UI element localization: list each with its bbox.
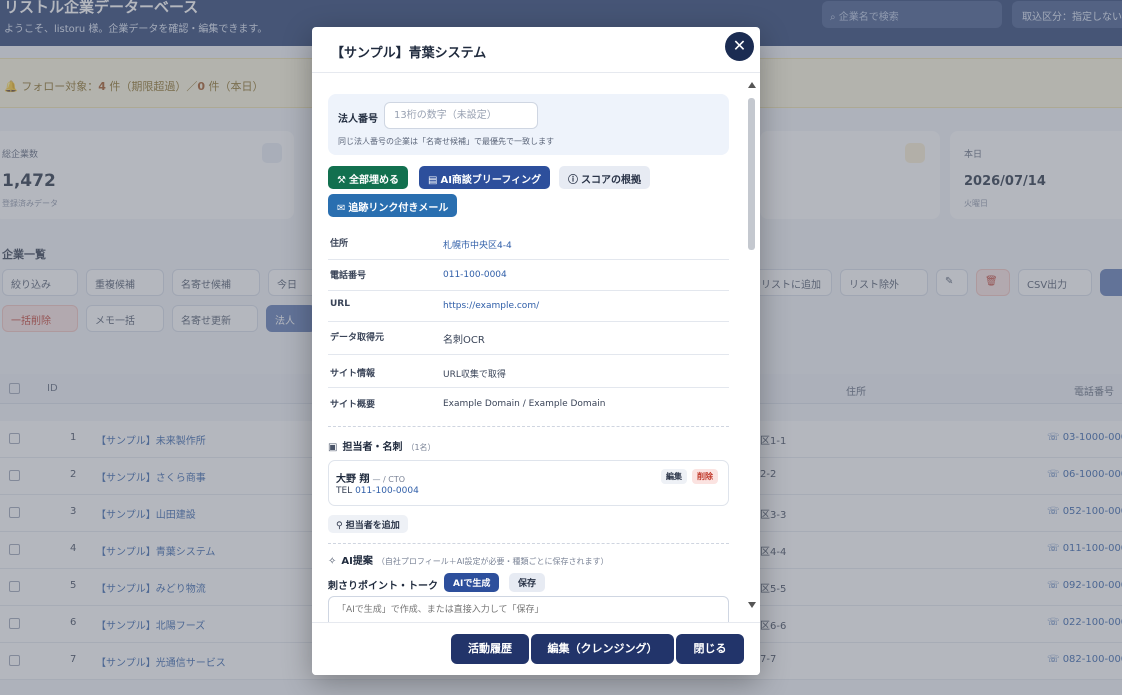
score-basis-label: スコアの根拠	[581, 175, 641, 186]
info-row-site-info: サイト情報 URL収集で取得	[328, 358, 729, 388]
add-contact-button[interactable]: ⚲ 担当者を追加	[328, 515, 408, 533]
activity-history-button[interactable]: 活動履歴	[451, 634, 529, 664]
sparkle-icon: ✧	[328, 556, 337, 567]
mail-icon: ✉	[337, 203, 346, 214]
corp-number-hint: 同じ法人番号の企業は「名寄せ候補」で最優先で一致します	[338, 137, 554, 146]
info-row-source: データ取得元 名刺OCR	[328, 322, 729, 355]
info-value[interactable]: 011-100-0004	[443, 270, 507, 280]
divider	[328, 543, 729, 544]
contact-name-text: 大野 翔	[336, 474, 370, 485]
company-detail-modal: 【サンプル】青葉システム ✕ 法人番号 同じ法人番号の企業は「名寄せ候補」で最優…	[312, 27, 760, 675]
talk-point-label: 刺さりポイント・トーク	[328, 581, 438, 592]
divider	[328, 426, 729, 427]
corp-number-label: 法人番号	[338, 114, 378, 125]
corp-number-input[interactable]	[384, 102, 538, 129]
ai-proposal-note: （自社プロフィール＋AI設定が必要・種類ごとに保存されます）	[376, 557, 609, 566]
contacts-count: （1名）	[406, 443, 436, 452]
info-row-phone: 電話番号 011-100-0004	[328, 260, 729, 291]
scroll-up-arrow-icon[interactable]	[748, 82, 756, 88]
contact-tel-label: TEL	[336, 486, 356, 496]
add-contact-label: 担当者を追加	[345, 521, 400, 531]
score-basis-button[interactable]: ⓘ スコアの根拠	[559, 166, 650, 189]
scroll-down-arrow-icon[interactable]	[748, 602, 756, 608]
close-icon[interactable]: ✕	[725, 32, 754, 61]
ai-proposal-title: ✧ AI提案 （自社プロフィール＋AI設定が必要・種類ごとに保存されます）	[328, 552, 609, 567]
save-button[interactable]: 保存	[509, 573, 546, 592]
close-button[interactable]: 閉じる	[676, 634, 744, 664]
modal-body: 法人番号 同じ法人番号の企業は「名寄せ候補」で最優先で一致します ⚒全部埋める …	[312, 74, 760, 622]
scrollbar[interactable]	[747, 82, 756, 612]
contact-name: 大野 翔 — / CTO	[336, 470, 405, 485]
document-icon: ▤	[428, 175, 438, 186]
fill-all-button[interactable]: ⚒ 全部埋める	[328, 166, 408, 189]
contact-tel-value[interactable]: 011-100-0004	[355, 486, 419, 496]
contact-card: 大野 翔 — / CTO TEL 011-100-0004 編集 削除	[328, 460, 729, 506]
contact-delete-button[interactable]: 削除	[692, 469, 718, 484]
info-key: URL	[330, 299, 350, 309]
info-key: サイト情報	[330, 369, 376, 379]
info-row-url: URL https://example.com/	[328, 291, 729, 322]
info-value[interactable]: https://example.com/	[443, 301, 539, 311]
fill-all-label: 全部埋める	[348, 175, 399, 186]
tracking-mail-label: 追跡リンク付きメール	[348, 203, 449, 214]
ai-briefing-label: AI商談ブリーフィング	[440, 175, 542, 186]
edit-cleansing-button[interactable]: 編集（クレンジング）	[531, 634, 674, 664]
contact-edit-button[interactable]: 編集	[661, 469, 687, 484]
person-add-icon: ⚲	[336, 521, 346, 531]
ai-title-text: AI提案	[341, 556, 373, 567]
info-value: URL収集で取得	[443, 370, 506, 380]
contacts-icon: ▣	[328, 442, 338, 453]
info-value: 名刺OCR	[443, 335, 485, 346]
tracking-mail-button[interactable]: ✉ 追跡リンク付きメール	[328, 194, 458, 217]
contact-tel: TEL 011-100-0004	[336, 486, 419, 496]
modal-header: 【サンプル】青葉システム ✕	[312, 27, 760, 73]
info-key: 住所	[330, 239, 349, 249]
info-key: サイト概要	[330, 400, 376, 410]
ai-generate-button[interactable]: AIで生成	[444, 573, 500, 592]
info-row-address: 住所 札幌市中央区4-4	[328, 228, 729, 260]
modal-title: 【サンプル】青葉システム	[331, 46, 487, 61]
contacts-title-text: 担当者・名刺	[342, 442, 403, 453]
contact-role: — / CTO	[372, 475, 406, 484]
talk-point-textarea[interactable]	[328, 596, 729, 622]
modal-footer: 活動履歴 編集（クレンジング） 閉じる	[312, 622, 760, 675]
corp-number-panel: 法人番号 同じ法人番号の企業は「名寄せ候補」で最優先で一致します	[328, 94, 729, 155]
info-icon: ⓘ	[568, 175, 578, 186]
info-value: Example Domain / Example Domain	[443, 399, 606, 409]
info-key: 電話番号	[330, 271, 367, 281]
info-value[interactable]: 札幌市中央区4-4	[443, 238, 512, 251]
ai-briefing-button[interactable]: ▤ AI商談ブリーフィング	[419, 166, 551, 189]
scrollbar-thumb[interactable]	[748, 98, 755, 250]
info-row-site-summary: サイト概要 Example Domain / Example Domain	[328, 388, 729, 419]
wand-icon: ⚒	[337, 175, 346, 186]
info-key: データ取得元	[330, 333, 385, 343]
contacts-title: ▣ 担当者・名刺 （1名）	[328, 438, 436, 453]
